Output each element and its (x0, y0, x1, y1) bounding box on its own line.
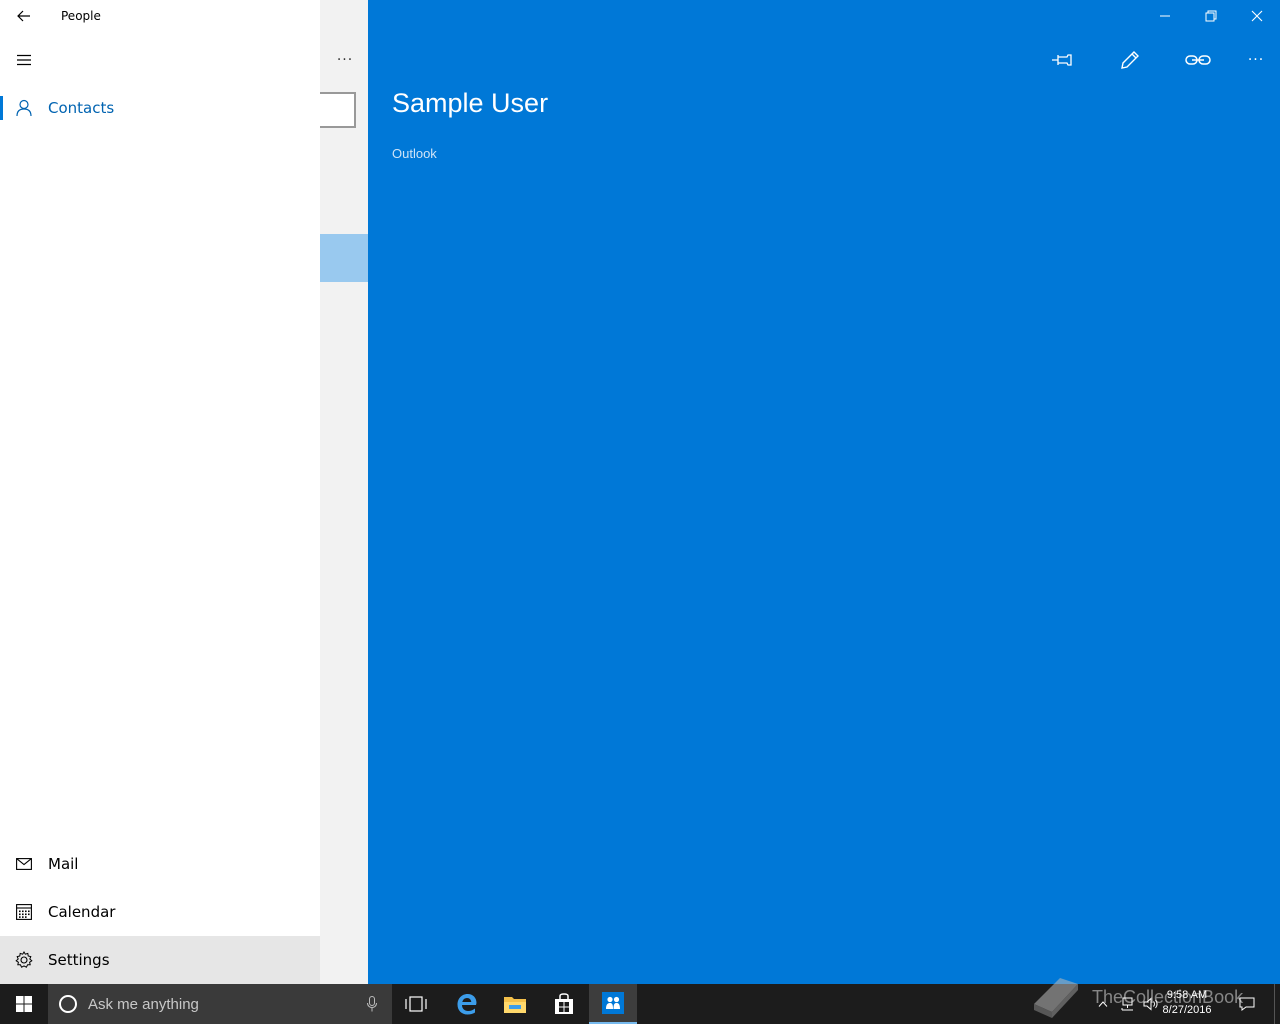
minimize-icon (1160, 15, 1170, 17)
minimize-button[interactable] (1142, 0, 1188, 32)
cortana-search-box[interactable]: Ask me anything (48, 984, 392, 1024)
person-icon (0, 84, 48, 132)
clock-date: 8/27/2016 (1162, 1004, 1212, 1016)
search-placeholder: Ask me anything (88, 995, 199, 1013)
selection-indicator (0, 96, 3, 120)
people-icon (602, 992, 624, 1014)
microphone-icon[interactable] (362, 994, 382, 1014)
selected-contact-item[interactable] (320, 234, 368, 282)
folder-icon (504, 997, 526, 1013)
cortana-icon (48, 984, 88, 1024)
close-button[interactable] (1234, 0, 1280, 32)
pin-button[interactable] (1042, 44, 1082, 76)
nav-item-settings[interactable]: Settings (0, 936, 320, 984)
taskbar: Ask me anything TheCollectionBook 9:58 A… (0, 978, 1280, 1024)
edge-icon (457, 994, 477, 1015)
nav-item-label: Settings (48, 951, 110, 969)
nav-item-label: Calendar (48, 903, 116, 921)
chevron-up-icon (1098, 1001, 1108, 1007)
link-icon (1185, 55, 1211, 65)
people-app-button[interactable] (589, 984, 637, 1024)
back-button[interactable] (10, 4, 38, 28)
task-view-icon (405, 996, 427, 1012)
contact-name: Sample User (392, 88, 549, 118)
show-hidden-icons-button[interactable] (1094, 984, 1112, 1024)
contact-detail-pane: ··· Sample User Outlook (368, 0, 1280, 984)
edit-icon (1121, 51, 1139, 69)
clock[interactable]: 9:58 AM 8/27/2016 (1152, 988, 1222, 1018)
store-button[interactable] (540, 984, 588, 1024)
link-button[interactable] (1178, 44, 1218, 76)
network-icon (1121, 997, 1133, 1011)
search-input[interactable] (320, 92, 356, 128)
pin-icon (1052, 54, 1072, 66)
more-options-button[interactable]: ··· (1236, 44, 1276, 76)
app-title: People (61, 9, 101, 23)
edge-browser-button[interactable] (443, 984, 491, 1024)
mail-icon (0, 840, 48, 888)
hamburger-menu-button[interactable] (10, 46, 38, 74)
nav-item-label: Contacts (48, 99, 115, 117)
contact-list-pane: ··· (320, 0, 368, 984)
nav-item-contacts[interactable]: Contacts (0, 84, 320, 132)
windows-logo-icon (16, 996, 32, 1012)
nav-item-calendar[interactable]: Calendar (0, 888, 320, 936)
book-icon (1034, 978, 1078, 1018)
back-arrow-icon (17, 10, 30, 22)
show-desktop-button[interactable] (1274, 984, 1280, 1024)
contact-source: Outlook (392, 146, 437, 161)
notification-icon (1239, 997, 1255, 1011)
restore-button[interactable] (1188, 0, 1234, 32)
network-button[interactable] (1116, 984, 1138, 1024)
navigation-pane: People Contacts Mail Calendar Settings (0, 0, 320, 984)
close-icon (1251, 10, 1263, 22)
edit-button[interactable] (1110, 44, 1150, 76)
action-center-button[interactable] (1234, 984, 1260, 1024)
hamburger-icon (17, 54, 31, 66)
start-button[interactable] (0, 984, 48, 1024)
calendar-icon (0, 888, 48, 936)
task-view-button[interactable] (392, 984, 440, 1024)
restore-icon (1205, 10, 1217, 22)
file-explorer-button[interactable] (491, 984, 539, 1024)
nav-item-mail[interactable]: Mail (0, 840, 320, 888)
gear-icon (0, 936, 48, 984)
nav-item-label: Mail (48, 855, 79, 873)
clock-time: 9:58 AM (1166, 989, 1208, 1001)
store-icon (555, 993, 573, 1014)
list-more-button[interactable]: ··· (328, 46, 362, 74)
